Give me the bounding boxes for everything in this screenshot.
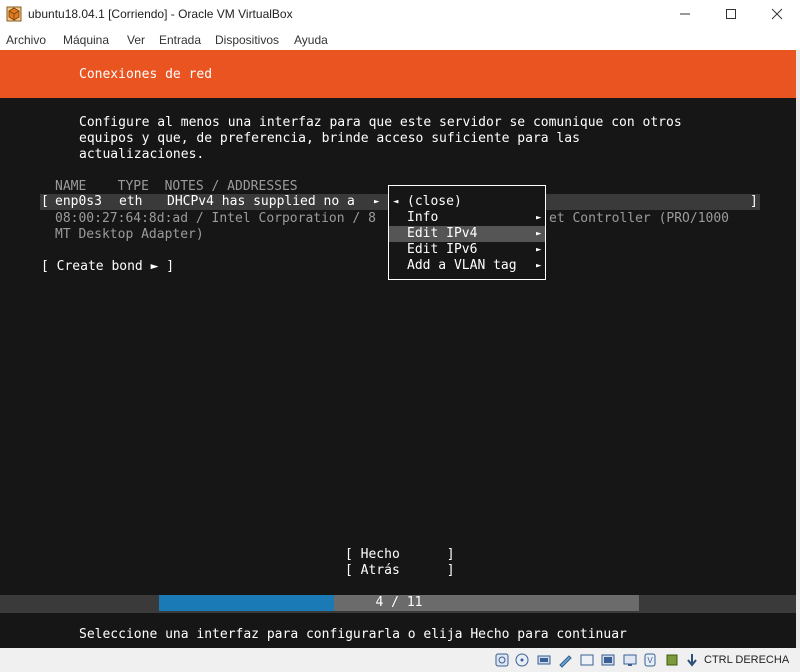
progress-label: 4 / 11 [375,595,423,610]
interface-context-menu: ◄ (close) Info ► Edit IPv4 ► Edit IPv6 ►… [388,185,546,280]
arrow-right-icon: ► [536,229,542,239]
menu-item-info[interactable]: Info ► [389,210,545,226]
installer-header: Conexiones de red [0,50,800,98]
interface-type: eth [119,194,143,209]
menu-item-edit-ipv6[interactable]: Edit IPv6 ► [389,242,545,258]
table-header: NAME TYPE NOTES / ADDRESSES [55,179,298,194]
menu-entrada[interactable]: Entrada [159,33,201,47]
shared-folder-icon[interactable] [600,652,616,668]
create-bond-button[interactable]: [ Create bond ► ] [41,259,174,275]
arrow-right-icon: ► [536,261,542,271]
optical-drive-icon[interactable] [514,652,530,668]
menu-item-close[interactable]: ◄ (close) [389,194,545,210]
display-icon[interactable] [622,652,638,668]
menu-ver[interactable]: Ver [127,33,145,47]
row-close-bracket: ] [750,194,758,209]
svg-text:V: V [647,656,653,665]
page-title: Conexiones de red [79,67,213,82]
interface-name[interactable]: enp0s3 [55,194,102,210]
host-key-label: CTRL DERECHA [704,654,790,666]
progress-bar: 4 / 11 [159,595,639,611]
menu-item-label: Add a VLAN tag [407,258,517,273]
menu-item-label: Edit IPv4 [407,226,478,241]
menu-item-label: Info [407,210,439,225]
menu-item-label: (close) [407,194,462,209]
arrow-right-icon: ► [536,213,542,223]
window-title: ubuntu18.04.1 [Corriendo] - Oracle VM Vi… [28,7,293,21]
close-icon [771,8,783,20]
menu-item-edit-ipv4[interactable]: Edit IPv4 ► [389,226,545,242]
hard-disk-icon[interactable] [494,652,510,668]
close-button[interactable] [754,0,800,28]
description-line-3: actualizaciones. [79,147,205,162]
maximize-icon [726,9,736,19]
window-edge [796,50,800,648]
footer-hint: Seleccione una interfaz para configurarl… [79,627,627,642]
menu-maquina[interactable]: Máquina [63,33,109,47]
arrow-left-icon: ◄ [393,197,399,207]
interface-detail-2: MT Desktop Adapter) [55,227,204,242]
video-capture-icon[interactable]: V [642,652,658,668]
vm-display[interactable]: Conexiones de red Configure al menos una… [0,50,800,648]
title-bar: ubuntu18.04.1 [Corriendo] - Oracle VM Vi… [0,0,800,28]
maximize-button[interactable] [708,0,754,28]
usb-icon[interactable] [579,652,595,668]
minimize-button[interactable] [662,0,708,28]
mouse-integration-icon[interactable] [684,652,700,668]
menu-item-add-vlan[interactable]: Add a VLAN tag ► [389,258,545,274]
menu-ayuda[interactable]: Ayuda [294,33,328,47]
arrow-right-icon: ► [536,245,542,255]
interface-notes: DHCPv4 has supplied no a [167,194,355,209]
menu-archivo[interactable]: Archivo [6,33,46,47]
back-button[interactable]: [ Atrás ] [345,563,455,579]
interface-detail-left: 08:00:27:64:8d:ad / Intel Corporation / … [55,211,376,226]
row-open-bracket: [ [41,194,49,209]
row-arrow-icon: ► [374,197,380,207]
minimize-icon [680,13,690,15]
network-icon[interactable] [557,652,573,668]
audio-icon[interactable] [536,652,552,668]
menu-bar: Archivo Máquina Ver Entrada Dispositivos… [0,30,800,50]
done-button[interactable]: [ Hecho ] [345,547,455,563]
description-line-2: equipos y que, de preferencia, brinde ac… [79,131,580,146]
menu-item-label: Edit IPv6 [407,242,478,257]
virtualbox-app-icon [6,6,22,22]
menu-dispositivos[interactable]: Dispositivos [215,33,279,47]
status-bar: V CTRL DERECHA [0,648,800,672]
interface-detail-right: et Controller (PRO/1000 [549,211,730,226]
cpu-icon[interactable] [664,652,680,668]
description-line-1: Configure al menos una interfaz para que… [79,115,682,130]
